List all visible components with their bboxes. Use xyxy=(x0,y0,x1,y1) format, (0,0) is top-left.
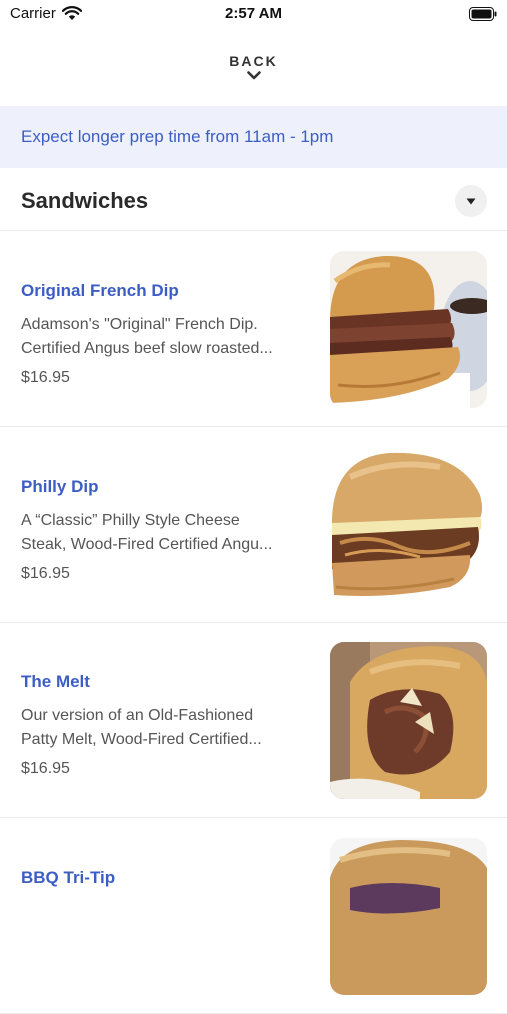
battery-icon xyxy=(469,7,497,26)
item-description-line: Our version of an Old-Fashioned xyxy=(21,707,254,724)
item-description: Our version of an Old-Fashioned Patty Me… xyxy=(21,704,313,752)
item-description-line: Certified Angus beef slow roasted... xyxy=(21,340,273,357)
menu-item-original-french-dip[interactable]: Original French Dip Adamson's "Original"… xyxy=(0,231,507,427)
item-name: The Melt xyxy=(21,672,90,691)
item-description: A “Classic” Philly Style Cheese Steak, W… xyxy=(21,509,313,557)
item-price: $16.95 xyxy=(21,565,70,582)
item-photo xyxy=(330,447,487,604)
clock: 2:57 AM xyxy=(225,5,282,22)
status-bar: Carrier 2:57 AM xyxy=(0,0,507,30)
back-label: BACK xyxy=(229,53,278,69)
item-photo xyxy=(330,251,487,408)
item-description-line: Steak, Wood-Fired Certified Angu... xyxy=(21,536,273,553)
item-description-line: Patty Melt, Wood-Fired Certified... xyxy=(21,731,262,748)
menu-item-the-melt[interactable]: The Melt Our version of an Old-Fashioned… xyxy=(0,622,507,818)
item-photo xyxy=(330,838,487,995)
item-name: Original French Dip xyxy=(21,281,179,300)
item-description: Adamson's "Original" French Dip. Certifi… xyxy=(21,313,313,361)
section-title: Sandwiches xyxy=(21,188,149,213)
notice-banner: Expect longer prep time from 11am - 1pm xyxy=(0,106,507,168)
menu-item-bbq-tri-tip[interactable]: BBQ Tri-Tip xyxy=(0,818,507,1014)
item-description-line: A “Classic” Philly Style Cheese xyxy=(21,512,240,529)
item-price: $16.95 xyxy=(21,760,70,777)
item-name: Philly Dip xyxy=(21,477,99,496)
menu-item-philly-dip[interactable]: Philly Dip A “Classic” Philly Style Chee… xyxy=(0,427,507,623)
chevron-down-icon xyxy=(246,71,261,80)
collapse-toggle-button[interactable] xyxy=(455,185,487,217)
item-name: BBQ Tri-Tip xyxy=(21,868,116,887)
back-button[interactable]: BACK xyxy=(0,50,507,92)
item-photo xyxy=(330,642,487,799)
item-description-line: Adamson's "Original" French Dip. xyxy=(21,316,258,333)
notice-text: Expect longer prep time from 11am - 1pm xyxy=(21,127,334,146)
caret-down-icon xyxy=(466,198,476,204)
item-price: $16.95 xyxy=(21,369,70,386)
section-header: Sandwiches xyxy=(0,170,507,231)
